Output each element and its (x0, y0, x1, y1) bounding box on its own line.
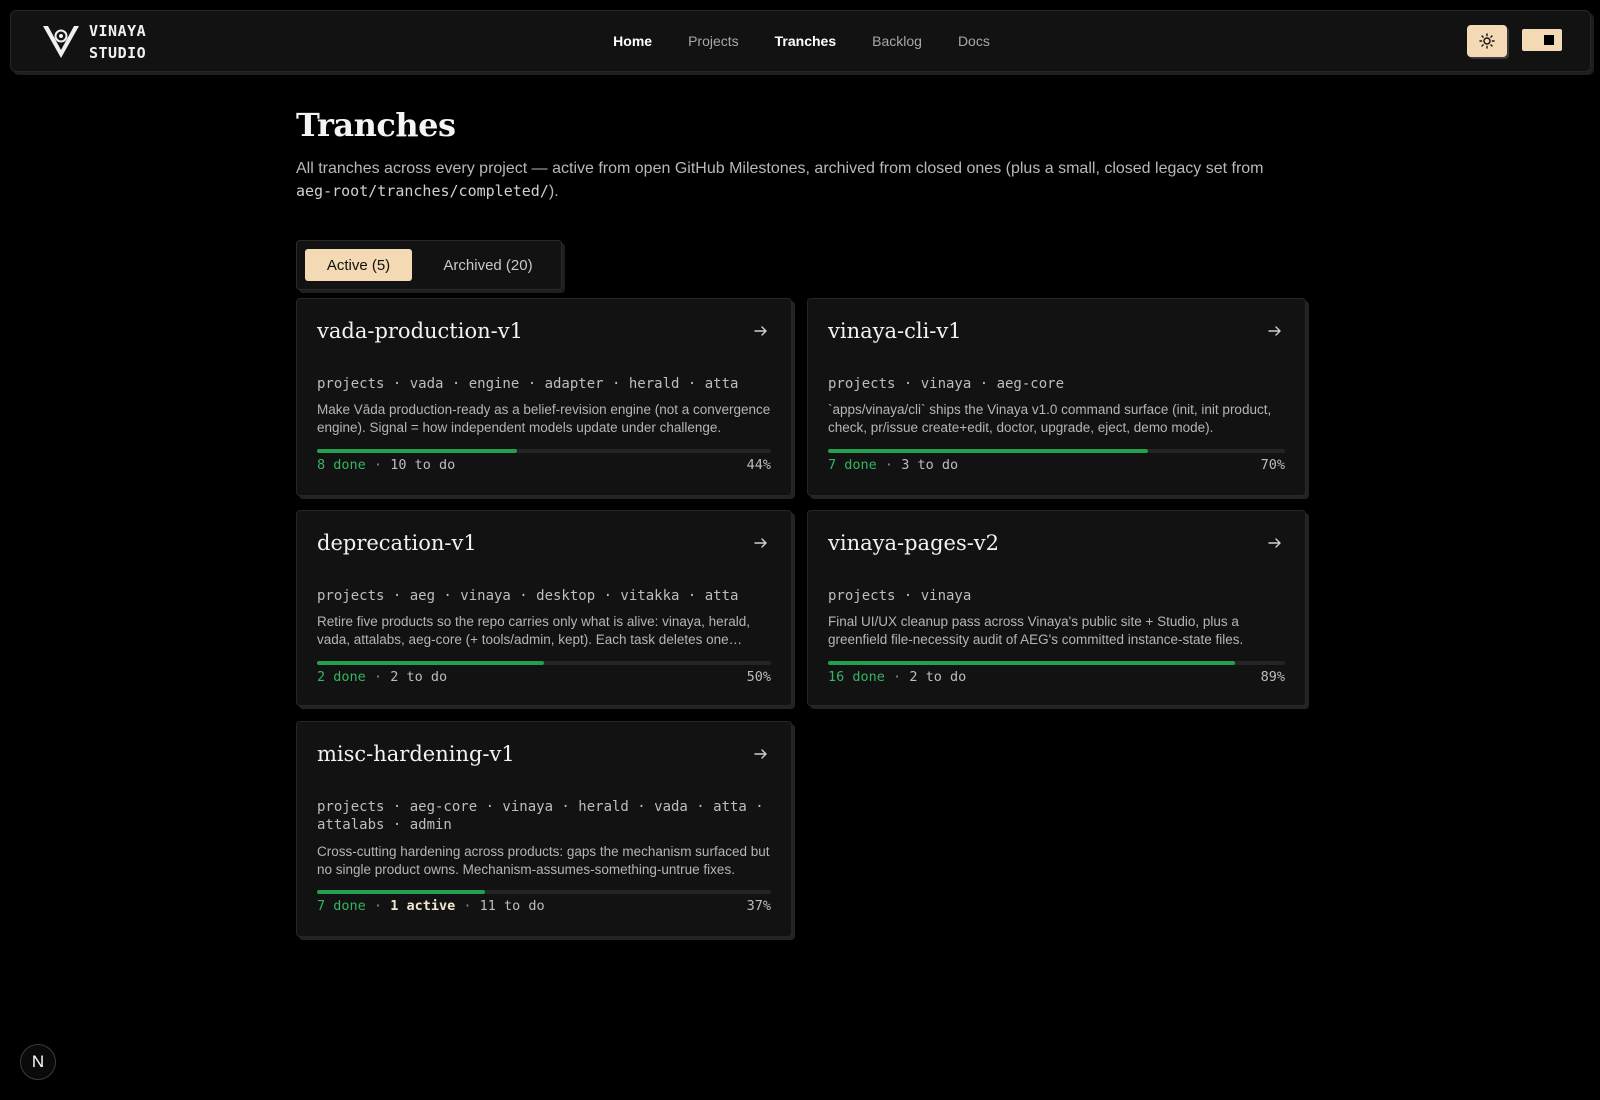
tranche-projects: projects · vinaya · aeg-core (828, 376, 1065, 392)
tranche-title[interactable]: vinaya-pages-v2 (828, 531, 999, 555)
tranche-card[interactable]: deprecation-v1 projects · aeg · vinaya ·… (296, 510, 792, 706)
todo-count: 11 to do (479, 898, 545, 914)
arrow-right-icon[interactable] (753, 535, 769, 551)
logo[interactable]: VINAYA STUDIO (41, 19, 146, 65)
tranche-description: Final UI/UX cleanup pass across Vinaya's… (828, 614, 1244, 647)
progress-percent: 70% (1260, 457, 1285, 473)
tranche-projects: projects · vada · engine · adapter · her… (317, 376, 739, 392)
nav-projects[interactable]: Projects (688, 33, 739, 49)
tranche-card[interactable]: vada-production-v1 projects · vada · eng… (296, 298, 792, 496)
arrow-right-icon[interactable] (753, 323, 769, 339)
nav-docs[interactable]: Docs (958, 33, 990, 49)
logo-line-1: VINAYA (89, 22, 147, 40)
progress-bar (828, 449, 1285, 453)
toggle-icon (1544, 35, 1554, 45)
description-path: aeg-root/tranches/completed/ (296, 182, 549, 200)
progress-percent: 50% (746, 669, 771, 685)
layout-toggle-button[interactable] (1522, 29, 1562, 51)
progress-bar (317, 449, 771, 453)
description-suffix: ). (548, 183, 559, 200)
done-count: 7 done (317, 898, 366, 914)
progress-percent: 44% (746, 457, 771, 473)
done-count: 16 done (828, 669, 885, 685)
vinaya-logo-icon (43, 26, 79, 58)
tranche-title[interactable]: misc-hardening-v1 (317, 742, 515, 766)
tranche-card[interactable]: vinaya-cli-v1 projects · vinaya · aeg-co… (807, 298, 1306, 496)
progress-fill (317, 449, 517, 453)
tranche-card[interactable]: misc-hardening-v1 projects · aeg-core · … (296, 721, 792, 937)
tranche-stats: 16 done · 2 to do 89% (828, 669, 1285, 685)
tranche-projects: projects · aeg · vinaya · desktop · vita… (317, 588, 739, 604)
todo-count: 2 to do (390, 669, 448, 685)
main-nav: Home Projects Tranches Backlog Docs (11, 11, 1590, 71)
tab-archived[interactable]: Archived (20) (433, 249, 543, 281)
todo-count: 2 to do (909, 669, 967, 685)
todo-count: 3 to do (901, 457, 959, 473)
arrow-right-icon[interactable] (1267, 535, 1283, 551)
progress-fill (828, 661, 1235, 665)
logo-line-2: STUDIO (89, 44, 147, 62)
nav-home[interactable]: Home (613, 33, 652, 49)
sun-icon (1479, 33, 1495, 49)
arrow-right-icon[interactable] (753, 746, 769, 762)
arrow-right-icon[interactable] (1267, 323, 1283, 339)
tranche-stats: 7 done · 1 active · 11 to do 37% (317, 898, 771, 914)
description-text: All tranches across every project — acti… (296, 160, 1264, 177)
progress-fill (828, 449, 1148, 453)
top-navigation-bar: VINAYA STUDIO Home Projects Tranches Bac… (10, 10, 1591, 72)
tranche-description: Retire five products so the repo carries… (317, 614, 750, 647)
tranche-description: Cross-cutting hardening across products:… (317, 844, 770, 877)
tranche-title[interactable]: vada-production-v1 (317, 319, 523, 343)
theme-toggle-button[interactable] (1467, 25, 1507, 57)
tranche-description: Make Vāda production-ready as a belief-r… (317, 402, 771, 435)
progress-fill (317, 890, 485, 894)
active-count: 1 active (390, 898, 456, 914)
tranche-tabs: Active (5) Archived (20) (296, 240, 562, 290)
nav-tranches[interactable]: Tranches (775, 33, 836, 49)
next-dev-badge[interactable]: N (20, 1044, 56, 1080)
todo-count: 10 to do (390, 457, 456, 473)
progress-bar (828, 661, 1285, 665)
done-count: 8 done (317, 457, 366, 473)
tranche-stats: 8 done · 10 to do 44% (317, 457, 771, 473)
done-count: 7 done (828, 457, 877, 473)
tranche-description: `apps/vinaya/cli` ships the Vinaya v1.0 … (828, 402, 1272, 435)
tranche-projects: projects · vinaya (828, 588, 972, 604)
tranche-projects: projects · aeg-core · vinaya · herald · … (317, 799, 764, 833)
nav-backlog[interactable]: Backlog (872, 33, 922, 49)
page-description: All tranches across every project — acti… (296, 158, 1296, 203)
tranche-stats: 2 done · 2 to do 50% (317, 669, 771, 685)
progress-bar (317, 890, 771, 894)
progress-percent: 37% (746, 898, 771, 914)
tranche-title[interactable]: deprecation-v1 (317, 531, 477, 555)
progress-bar (317, 661, 771, 665)
tranche-stats: 7 done · 3 to do 70% (828, 457, 1285, 473)
progress-fill (317, 661, 544, 665)
page-title: Tranches (296, 106, 456, 144)
done-count: 2 done (317, 669, 366, 685)
tranche-title[interactable]: vinaya-cli-v1 (828, 319, 962, 343)
progress-percent: 89% (1260, 669, 1285, 685)
logo-text: VINAYA STUDIO (89, 20, 146, 64)
tranche-card[interactable]: vinaya-pages-v2 projects · vinaya Final … (807, 510, 1306, 706)
tab-active[interactable]: Active (5) (305, 249, 412, 281)
